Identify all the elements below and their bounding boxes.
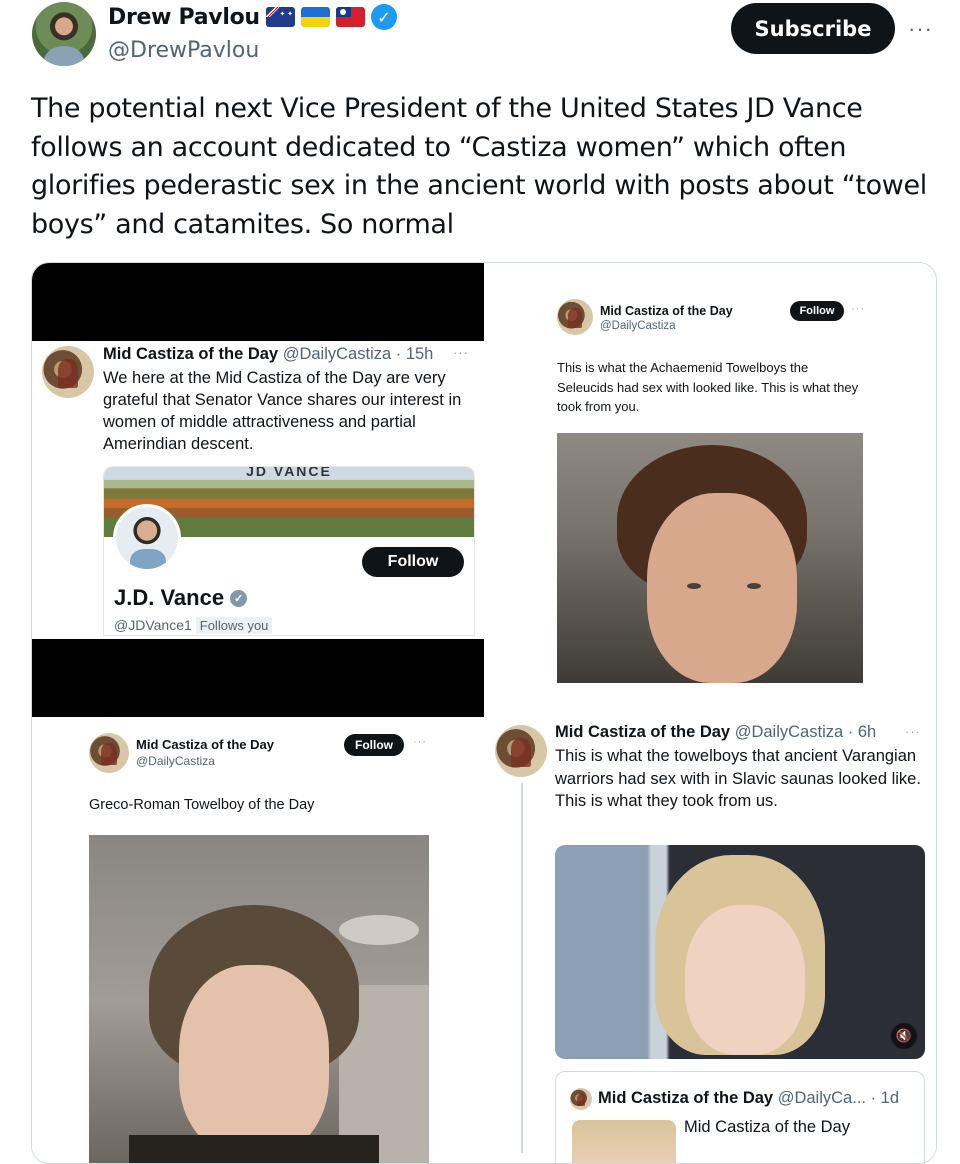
tweet-text: The potential next Vice President of the… [31, 93, 927, 240]
follows-you-badge: Follows you [195, 617, 273, 634]
more-dots-icon: ··· [413, 736, 427, 748]
flag-ukraine-icon [300, 7, 330, 27]
mute-icon: 🔇 [891, 1023, 917, 1049]
author-name[interactable]: Drew Pavlou [108, 5, 260, 30]
subscribe-button[interactable]: Subscribe [731, 3, 895, 54]
mc-body: We here at the Mid Castiza of the Day ar… [103, 369, 462, 453]
check-badge-icon[interactable]: ✓ [370, 4, 397, 30]
mc-handle: @DailyCastiza [600, 320, 676, 332]
photo-blonde-woman: 🔇 [555, 845, 925, 1059]
more-dots-icon: ··· [453, 345, 469, 360]
jd-name: J.D. Vance [114, 585, 225, 610]
black-bar-bottom [32, 639, 484, 717]
thread-line [521, 783, 523, 1153]
screenshot-panel-2: Mid Castiza of the Day @DailyCastiza Fol… [485, 263, 936, 703]
mc-avatar [570, 1088, 592, 1110]
screenshot-panel-4: Mid Castiza of the Day @DailyCastiza · 6… [485, 703, 936, 1163]
mc-avatar [495, 725, 547, 777]
mc-name: Mid Castiza of the Day [103, 345, 279, 363]
photo-woman-short-hair [557, 433, 863, 683]
mc-name: Mid Castiza of the Day [600, 304, 733, 318]
quote-name: Mid Castiza of the Day [598, 1089, 774, 1107]
mc-body: This is what the Achaemenid Towelboys th… [557, 360, 859, 414]
author-handle[interactable]: @DrewPavlou [108, 38, 259, 63]
follow-button: Follow [362, 547, 464, 577]
jd-handle: @JDVance1 [114, 617, 192, 633]
quoted-tweet: Mid Castiza of the Day @DailyCa... · 1d … [555, 1071, 925, 1163]
mc-name-row: Mid Castiza of the Day @DailyCastiza · 1… [103, 345, 433, 364]
more-dots-icon: ··· [905, 724, 921, 739]
quote-thumbnail [572, 1120, 676, 1163]
jd-handle-row: @JDVance1 Follows you [114, 617, 273, 634]
mc-body: Greco-Roman Towelboy of the Day [89, 797, 315, 813]
quote-body: Mid Castiza of the Day [684, 1118, 850, 1136]
follow-button: Follow [790, 301, 844, 321]
screenshot-panel-3: Mid Castiza of the Day @DailyCastiza Fol… [32, 717, 485, 1163]
quote-name-row: Mid Castiza of the Day @DailyCa... · 1d [598, 1089, 899, 1108]
mc-meta: @DailyCastiza · 6h [734, 723, 877, 741]
mc-name: Mid Castiza of the Day [555, 723, 731, 741]
author-name-row[interactable]: Drew Pavlou ✓ [108, 4, 397, 30]
follow-button: Follow [344, 734, 404, 756]
mc-handle: @DailyCastiza [136, 754, 215, 768]
author-avatar[interactable] [32, 2, 96, 66]
quote-meta: @DailyCa... · 1d [777, 1089, 900, 1107]
flag-australia-icon [265, 7, 295, 27]
mc-name: Mid Castiza of the Day [136, 737, 274, 752]
mc-avatar [42, 346, 94, 398]
black-bar-top [32, 263, 484, 341]
mc-avatar [557, 299, 593, 335]
more-dots-icon: ··· [851, 303, 865, 315]
banner-text: JD VANCE [246, 466, 332, 479]
jd-name-row: J.D. Vance ✓ [114, 585, 248, 611]
mc-meta: @DailyCastiza · 15h [282, 345, 434, 363]
mc-body: This is what the towelboys that ancient … [555, 747, 921, 810]
jd-avatar [113, 504, 181, 572]
screenshot-panel-1: Mid Castiza of the Day @DailyCastiza · 1… [32, 263, 484, 717]
tweet-media[interactable]: Mid Castiza of the Day @DailyCastiza · 1… [31, 262, 937, 1164]
flag-taiwan-icon [335, 7, 365, 27]
mc-name-row: Mid Castiza of the Day @DailyCastiza · 6… [555, 723, 876, 742]
check-badge-icon: ✓ [230, 589, 248, 607]
photo-young-man [89, 835, 429, 1163]
jd-vance-profile-card: JD VANCE Follow J.D. Vance ✓ @JDVance1 Fo… [103, 466, 475, 636]
more-options-icon[interactable]: ··· [908, 16, 933, 42]
mc-avatar [89, 733, 129, 773]
